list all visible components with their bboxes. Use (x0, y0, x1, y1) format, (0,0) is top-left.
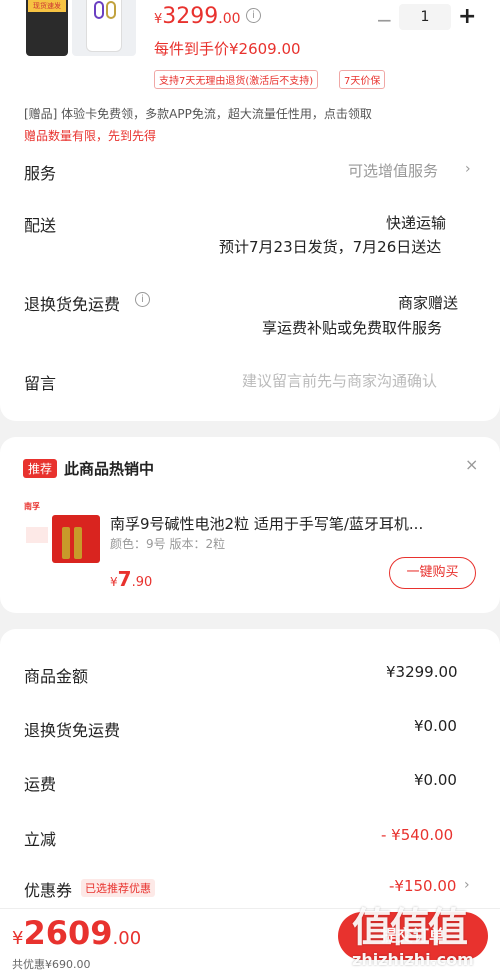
service-value[interactable]: 可选增值服务 (348, 160, 438, 181)
watermark-logo: 值值值 (352, 905, 468, 951)
delivery-method: 快递运输 (386, 214, 447, 232)
total-saved: 共优惠¥690.00 (12, 958, 91, 971)
summary-row-label: 商品金额 (24, 667, 89, 686)
summary-row-value: ¥0.00 (414, 771, 457, 789)
coupon-tag: 已选推荐优惠 (81, 879, 155, 897)
recommend-badge: 推荐 (23, 459, 58, 478)
message-input[interactable]: 建议留言前先与商家沟通确认 (242, 370, 437, 391)
battery-product-image[interactable]: 南孚 (24, 501, 102, 579)
return-policy-tag: 支持7天无理由退货(激活后不支持) (154, 70, 319, 89)
recommend-title: 此商品热销中 (64, 460, 155, 478)
discount-value: - ¥540.00 (381, 826, 454, 844)
return-shipping-label: 退换货免运费 (24, 295, 121, 314)
gift-limited-note: 赠品数量有限，先到先得 (24, 129, 157, 143)
plus-icon[interactable]: + (458, 4, 476, 29)
product-price: ¥3299.00 (154, 4, 241, 29)
info-icon[interactable]: i (246, 8, 261, 23)
chevron-right-icon[interactable]: › (465, 161, 471, 177)
phone-image (86, 0, 122, 52)
info-icon[interactable]: i (135, 292, 150, 307)
gift-info[interactable]: [赠品] 体验卡免费领，多款APP免流，超大流量任性用，点击领取 (24, 105, 372, 122)
promo-tag: 现货速发 (28, 0, 66, 12)
summary-row-label: 退换货免运费 (24, 721, 121, 740)
summary-row-label: 运费 (24, 775, 57, 794)
one-click-buy-button[interactable]: 一键购买 (389, 557, 476, 589)
total-price: ¥2609.00 (12, 914, 142, 952)
coupon-value[interactable]: -¥150.00 (389, 877, 456, 895)
recommend-card: 推荐 此商品热销中 × 南孚 南孚9号碱性电池2粒 适用于手写笔/蓝牙耳机...… (0, 437, 500, 613)
recommend-item-spec: 颜色：9号 版本：2粒 (110, 537, 226, 551)
summary-row-value: ¥3299.00 (386, 663, 458, 681)
watermark-url: zhizhizhi.com (352, 950, 474, 969)
delivery-eta: 预计7月23日发货，7月26日送达 (219, 238, 442, 256)
return-shipping-line2: 享运费补贴或免费取件服务 (262, 319, 443, 337)
price-protect-tag: 7天价保 (339, 70, 386, 89)
delivery-label: 配送 (24, 216, 57, 235)
coupon-label: 优惠券 (24, 881, 73, 900)
return-shipping-line1: 商家赠送 (398, 294, 459, 312)
message-label: 留言 (24, 374, 57, 393)
summary-row-value: ¥0.00 (414, 717, 457, 735)
order-item-card: 现货速发 ¥3299.00 i − 1 + 每件到手价¥2609.00 支持7天… (0, 0, 500, 421)
service-label: 服务 (24, 164, 57, 183)
chevron-right-icon[interactable]: › (464, 877, 470, 893)
product-thumbnail-image[interactable] (72, 0, 136, 56)
net-price: 每件到手价¥2609.00 (154, 40, 301, 58)
minus-icon[interactable]: − (376, 8, 393, 32)
product-thumbnail-promo[interactable]: 现货速发 (26, 0, 68, 56)
recommend-item-name[interactable]: 南孚9号碱性电池2粒 适用于手写笔/蓝牙耳机... (110, 513, 423, 534)
summary-row-label: 立减 (24, 830, 57, 849)
recommend-item-price: ¥7.90 (110, 567, 153, 591)
close-icon[interactable]: × (465, 455, 478, 474)
quantity-field[interactable]: 1 (399, 4, 451, 30)
